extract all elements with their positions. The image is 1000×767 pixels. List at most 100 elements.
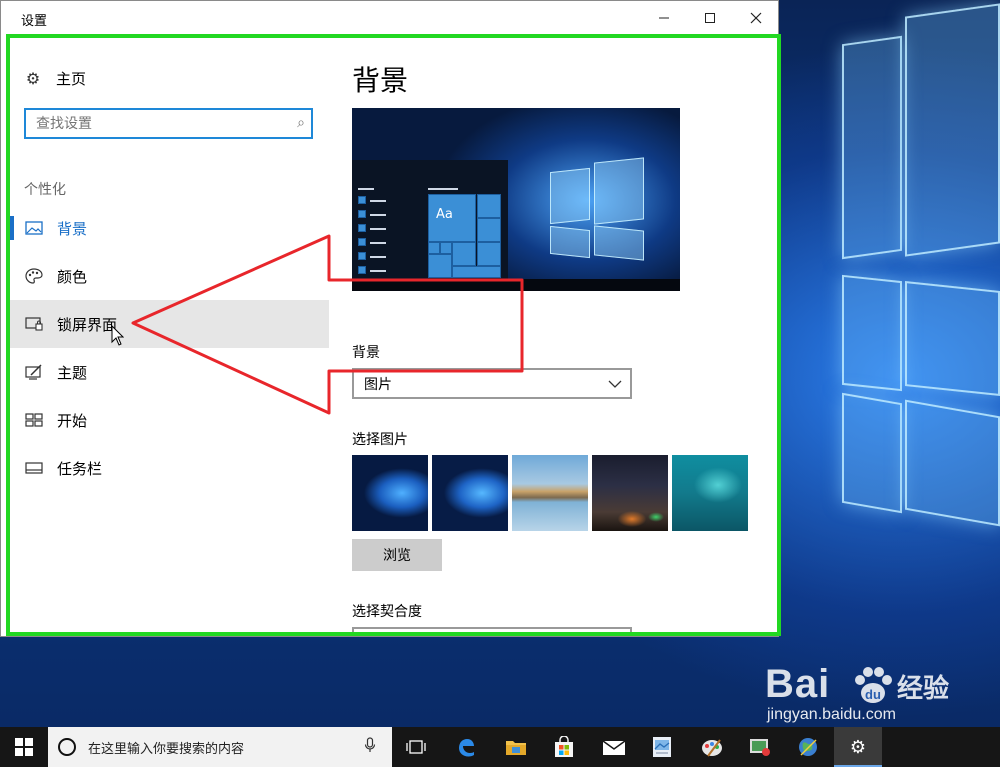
microphone-icon[interactable] [360,737,380,757]
store-button[interactable] [540,727,588,767]
wallpaper-pane [842,392,902,514]
taskbar-search-text: 在这里输入你要搜索的内容 [88,741,245,757]
choose-picture-label: 选择图片 [352,432,408,448]
preview-tile [358,224,366,232]
preview-pane [594,225,644,261]
preview-list-line [358,188,374,190]
preview-tile [440,242,452,254]
settings-icon: ⚙ [849,736,867,758]
watermark-url: jingyan.baidu.com [767,706,896,723]
taskbar-icon [24,460,44,476]
fit-select[interactable] [352,627,632,633]
taskbar-search-box[interactable]: 在这里输入你要搜索的内容 [48,727,392,767]
sidebar-item-label: 任务栏 [57,459,103,478]
preview-list-line [370,214,386,216]
svg-text:du: du [865,687,881,702]
picture-thumbnail[interactable] [352,455,428,531]
preview-tile-label: Aa [436,207,453,222]
chevron-down-icon [600,376,630,392]
baidu-watermark: Bai du 经验 jingyan.baidu.com [765,662,995,726]
sidebar-item-themes[interactable]: 主题 [10,348,329,396]
sidebar-item-label: 锁屏界面 [57,315,118,334]
search-box[interactable]: ⌕ [24,108,313,139]
home-label: 主页 [56,69,87,88]
maps-icon [799,738,817,756]
start-icon [24,412,44,428]
wallpaper-pane [905,281,1000,396]
preview-tile [358,266,366,274]
section-label: 个性化 [24,182,66,198]
cortana-icon [58,738,76,756]
background-preview: Aa [352,108,680,291]
sidebar-item-label: 开始 [57,411,88,430]
preview-tile [358,238,366,246]
background-type-select[interactable]: 图片 [352,368,632,399]
picture-thumbnail[interactable] [672,455,748,531]
choose-fit-label: 选择契合度 [352,604,422,620]
maximize-icon [705,13,715,23]
windows-logo-icon [15,738,33,756]
settings-window: 设置 ⚙ 主页 ⌕ 个性化 背景 [0,0,781,637]
search-input[interactable] [26,110,276,137]
preview-pane [594,157,644,225]
wallpaper-pane [905,3,1000,257]
task-view-button[interactable] [392,727,440,767]
gear-icon: ⚙ [25,68,41,88]
file-explorer-button[interactable] [492,727,540,767]
file-explorer-icon [506,741,526,755]
page-title: 背景 [352,64,409,97]
preview-tile [452,242,476,266]
settings-button[interactable]: ⚙ [834,727,882,767]
preview-tile [428,242,440,254]
task-view-icon [406,740,426,754]
sidebar-item-taskbar[interactable]: 任务栏 [10,444,329,492]
wallpaper-pane [842,274,902,392]
edge-button[interactable] [442,727,490,767]
browse-button[interactable]: 浏览 [352,539,442,571]
sidebar-item-start[interactable]: 开始 [10,396,329,444]
wallpaper-pane [905,399,1000,527]
photos-button[interactable] [638,727,686,767]
preview-list-line [428,188,458,190]
palette-icon [24,268,44,284]
mail-button[interactable] [590,727,638,767]
close-icon [750,12,762,24]
preview-taskbar [352,279,680,291]
window-title: 设置 [21,14,48,29]
maps-button[interactable] [784,727,832,767]
picture-thumbnail[interactable] [592,455,668,531]
picture-thumbnail[interactable] [432,455,508,531]
close-button[interactable] [733,1,779,35]
mail-icon [602,740,626,755]
media-icon [750,739,770,756]
preview-list-line [370,256,386,258]
sidebar-item-label: 背景 [57,219,88,238]
picture-thumbnail[interactable] [512,455,588,531]
lock-screen-icon [24,316,44,332]
sidebar-item-lock-screen[interactable]: 锁屏界面 [10,300,329,348]
start-button[interactable] [0,727,48,767]
preview-pane [550,167,590,225]
paint-button[interactable] [688,727,736,767]
minimize-button[interactable] [641,1,687,35]
maximize-button[interactable] [687,1,733,35]
home-link[interactable]: ⚙ 主页 [24,66,86,90]
preview-list-line [370,228,386,230]
sidebar-item-colors[interactable]: 颜色 [10,252,329,300]
sidebar-item-label: 主题 [57,363,88,382]
preview-tile [358,210,366,218]
mouse-cursor-icon [111,325,124,346]
minimize-icon [659,17,669,19]
theme-icon [24,364,44,380]
sidebar-item-background[interactable]: 背景 [10,204,329,252]
media-button[interactable] [736,727,784,767]
preview-tile [452,266,501,278]
preview-tile [358,252,366,260]
search-icon: ⌕ [297,115,305,131]
edge-icon [459,739,474,757]
background-type-value: 图片 [364,376,392,393]
preview-list-line [370,200,386,202]
title-bar[interactable]: 设置 [1,1,778,35]
background-label: 背景 [352,345,380,361]
preview-pane [550,225,590,259]
